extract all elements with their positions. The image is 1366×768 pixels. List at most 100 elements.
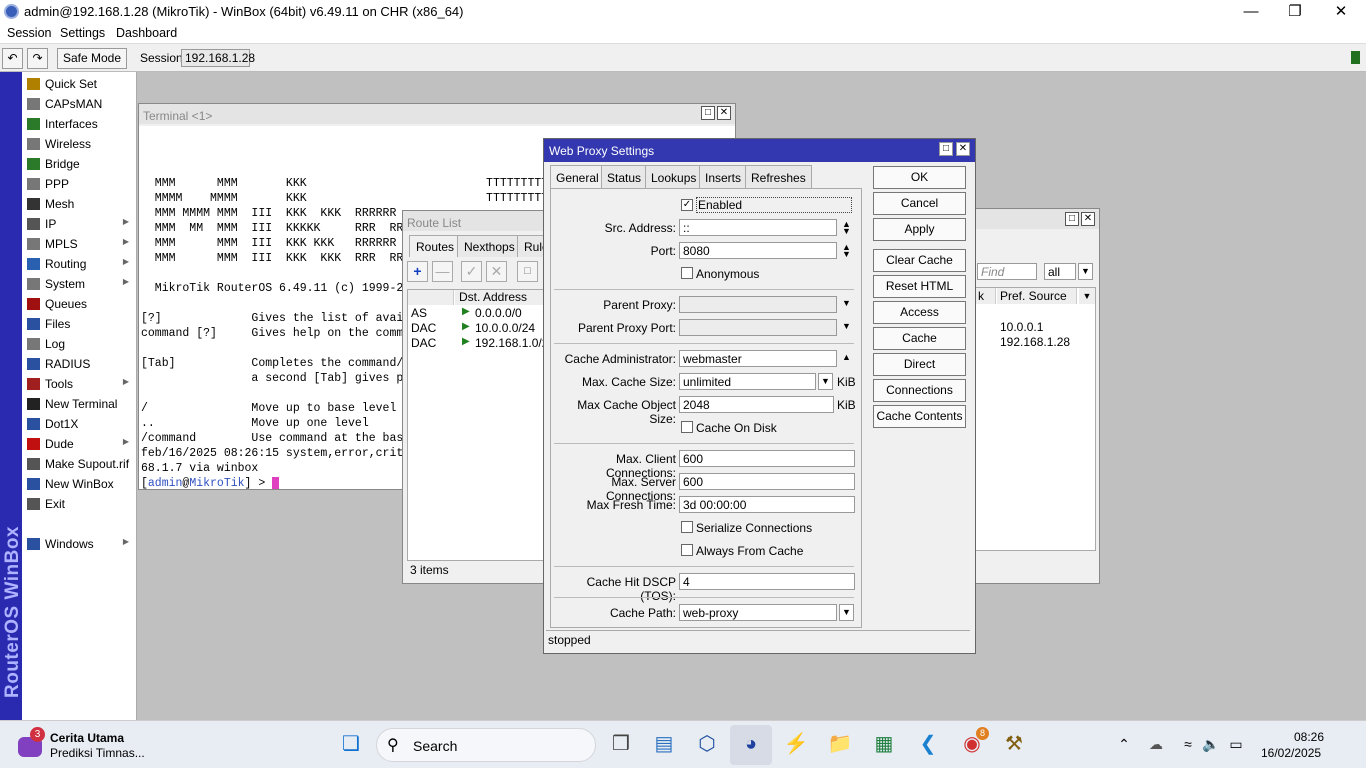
volume-icon[interactable]: 🔈 bbox=[1197, 730, 1225, 758]
cache-contents-button[interactable]: Cache Contents bbox=[873, 405, 966, 428]
enabled-label[interactable]: Enabled bbox=[696, 197, 852, 213]
session-field[interactable]: 192.168.1.28 bbox=[181, 49, 255, 67]
filter-dropdown-icon[interactable]: ▼ bbox=[1078, 263, 1093, 280]
tool-icon[interactable]: ⚒ bbox=[1000, 730, 1028, 758]
route-detail-maximize-icon[interactable]: □ bbox=[1065, 212, 1079, 226]
cache-path-input[interactable]: web-proxy bbox=[679, 604, 837, 621]
sidebar-item-ip[interactable]: IP ▶ bbox=[22, 214, 137, 234]
start-icon[interactable]: ❏ bbox=[337, 730, 365, 758]
sidebar-item-new-terminal[interactable]: New Terminal bbox=[22, 394, 137, 414]
sidebar-item-interfaces[interactable]: Interfaces bbox=[22, 114, 137, 134]
web-proxy-settings-window[interactable]: Web Proxy Settings □ ✕ General Status Lo… bbox=[543, 138, 976, 654]
sidebar-item-queues[interactable]: Queues bbox=[22, 294, 137, 314]
port-updown-icon[interactable]: ▲ ▼ bbox=[842, 243, 851, 259]
battery-icon[interactable]: ▭ bbox=[1222, 730, 1250, 758]
redo-button[interactable]: ↷ bbox=[27, 48, 48, 69]
news-widget[interactable]: 3 Cerita Utama Prediksi Timnas... bbox=[14, 727, 164, 761]
parent-proxy-dropdown-icon[interactable]: ▼ bbox=[842, 298, 851, 308]
always-from-cache-label[interactable]: Always From Cache bbox=[696, 544, 803, 558]
show-hidden-icons[interactable]: ⌃ bbox=[1110, 730, 1138, 758]
sidebar-item-exit[interactable]: Exit bbox=[22, 494, 137, 514]
disable-icon[interactable]: ✕ bbox=[486, 261, 507, 282]
src-address-input[interactable]: :: bbox=[679, 219, 837, 236]
add-icon[interactable]: + bbox=[407, 261, 428, 282]
sidebar-item-routing[interactable]: Routing ▶ bbox=[22, 254, 137, 274]
cloud-icon[interactable]: ☁ bbox=[1142, 730, 1170, 758]
sidebar-item-capsman[interactable]: CAPsMAN bbox=[22, 94, 137, 114]
app-icon[interactable]: ⚡ bbox=[782, 730, 810, 758]
column-header-partial[interactable]: k bbox=[976, 288, 996, 304]
web-proxy-close-icon[interactable]: ✕ bbox=[956, 142, 970, 156]
find-input[interactable]: Find bbox=[977, 263, 1037, 280]
cache-path-dropdown-icon[interactable]: ▼ bbox=[839, 604, 854, 621]
max-server-input[interactable]: 600 bbox=[679, 473, 855, 490]
minimize-icon[interactable]: — bbox=[1241, 2, 1261, 22]
sidebar-item-dot1x[interactable]: Dot1X bbox=[22, 414, 137, 434]
filter-select[interactable]: all bbox=[1044, 263, 1076, 280]
route-row[interactable]: DAC ▶ 10.0.0.0/24 bbox=[408, 321, 554, 336]
cache-on-disk-label[interactable]: Cache On Disk bbox=[696, 421, 777, 435]
route-row[interactable]: AS ▶ 0.0.0.0/0 bbox=[408, 306, 554, 321]
parent-proxy-port-dropdown-icon[interactable]: ▼ bbox=[842, 321, 851, 331]
vscode-icon[interactable]: ❮ bbox=[914, 730, 942, 758]
tab-status[interactable]: Status bbox=[601, 165, 648, 188]
max-cache-object-input[interactable]: 2048 bbox=[679, 396, 834, 413]
tab-inserts[interactable]: Inserts bbox=[699, 165, 748, 188]
terminal-prompt[interactable]: [admin@MikroTik] > bbox=[141, 476, 280, 489]
route-detail-table[interactable]: k Pref. Source ▼ 10.0.0.1 192.168.1.28 bbox=[975, 287, 1096, 551]
menu-settings[interactable]: Settings bbox=[60, 26, 105, 40]
widgets-icon[interactable]: ▤ bbox=[650, 730, 678, 758]
table-row[interactable]: 192.168.1.28 bbox=[1000, 335, 1070, 349]
search-box[interactable]: ⚲ Search bbox=[376, 728, 596, 762]
tab-refreshes[interactable]: Refreshes bbox=[745, 165, 812, 188]
dscp-input[interactable]: 4 bbox=[679, 573, 855, 590]
sidebar-item-new-winbox[interactable]: New WinBox bbox=[22, 474, 137, 494]
route-row[interactable]: DAC ▶ 192.168.1.0/2 bbox=[408, 336, 554, 351]
clock-date[interactable]: 16/02/2025 bbox=[1261, 746, 1321, 760]
enabled-checkbox[interactable]: ✓ bbox=[681, 199, 693, 211]
tab-routes[interactable]: Routes bbox=[409, 235, 462, 257]
enable-icon[interactable]: ✓ bbox=[461, 261, 482, 282]
undo-button[interactable]: ↶ bbox=[2, 48, 23, 69]
port-input[interactable]: 8080 bbox=[679, 242, 837, 259]
max-cache-size-dropdown-icon[interactable]: ▼ bbox=[818, 373, 833, 390]
task-view-icon[interactable]: ❒ bbox=[607, 730, 635, 758]
column-header-pref-source[interactable]: Pref. Source bbox=[997, 288, 1077, 304]
sidebar-item-log[interactable]: Log bbox=[22, 334, 137, 354]
route-table[interactable]: Dst. Address AS ▶ 0.0.0.0/0 DAC ▶ 10.0.0.0/24… bbox=[407, 289, 554, 561]
cache-admin-collapse-icon[interactable]: ▲ bbox=[842, 352, 851, 362]
connections-button[interactable]: Connections bbox=[873, 379, 966, 402]
tab-general[interactable]: General bbox=[550, 165, 605, 189]
cache-button[interactable]: Cache bbox=[873, 327, 966, 350]
anonymous-checkbox[interactable] bbox=[681, 267, 693, 279]
always-from-cache-checkbox[interactable] bbox=[681, 544, 693, 556]
sidebar-item-wireless[interactable]: Wireless bbox=[22, 134, 137, 154]
winbox-taskbar-icon[interactable]: ◕ bbox=[737, 730, 765, 758]
access-button[interactable]: Access bbox=[873, 301, 966, 324]
safe-mode-button[interactable]: Safe Mode bbox=[57, 48, 127, 69]
parent-proxy-input[interactable] bbox=[679, 296, 837, 313]
sidebar-item-make-supout-rif[interactable]: Make Supout.rif bbox=[22, 454, 137, 474]
sidebar-item-files[interactable]: Files bbox=[22, 314, 137, 334]
route-detail-close-icon[interactable]: ✕ bbox=[1081, 212, 1095, 226]
sidebar-item-mesh[interactable]: Mesh bbox=[22, 194, 137, 214]
restore-icon[interactable]: ❐ bbox=[1285, 2, 1305, 22]
parent-proxy-port-input[interactable] bbox=[679, 319, 837, 336]
serialize-checkbox[interactable] bbox=[681, 521, 693, 533]
sidebar-item-quick-set[interactable]: Quick Set bbox=[22, 74, 137, 94]
direct-button[interactable]: Direct bbox=[873, 353, 966, 376]
route-detail-window[interactable]: □ ✕ Find all ▼ k Pref. Source ▼ 10.0.0.1… bbox=[972, 208, 1100, 584]
sidebar-item-tools[interactable]: Tools ▶ bbox=[22, 374, 137, 394]
anonymous-label[interactable]: Anonymous bbox=[696, 267, 759, 281]
close-icon[interactable]: ✕ bbox=[1331, 2, 1351, 22]
clear-cache-button[interactable]: Clear Cache bbox=[873, 249, 966, 272]
tab-lookups[interactable]: Lookups bbox=[645, 165, 703, 188]
terminal-maximize-icon[interactable]: □ bbox=[701, 106, 715, 120]
sidebar-item-system[interactable]: System ▶ bbox=[22, 274, 137, 294]
max-client-input[interactable]: 600 bbox=[679, 450, 855, 467]
column-header-dst-address[interactable]: Dst. Address bbox=[455, 290, 554, 305]
file-explorer-icon[interactable]: 📁 bbox=[826, 730, 854, 758]
column-menu-icon[interactable]: ▼ bbox=[1079, 288, 1095, 304]
remove-icon[interactable]: — bbox=[432, 261, 453, 282]
sidebar-item-ppp[interactable]: PPP bbox=[22, 174, 137, 194]
